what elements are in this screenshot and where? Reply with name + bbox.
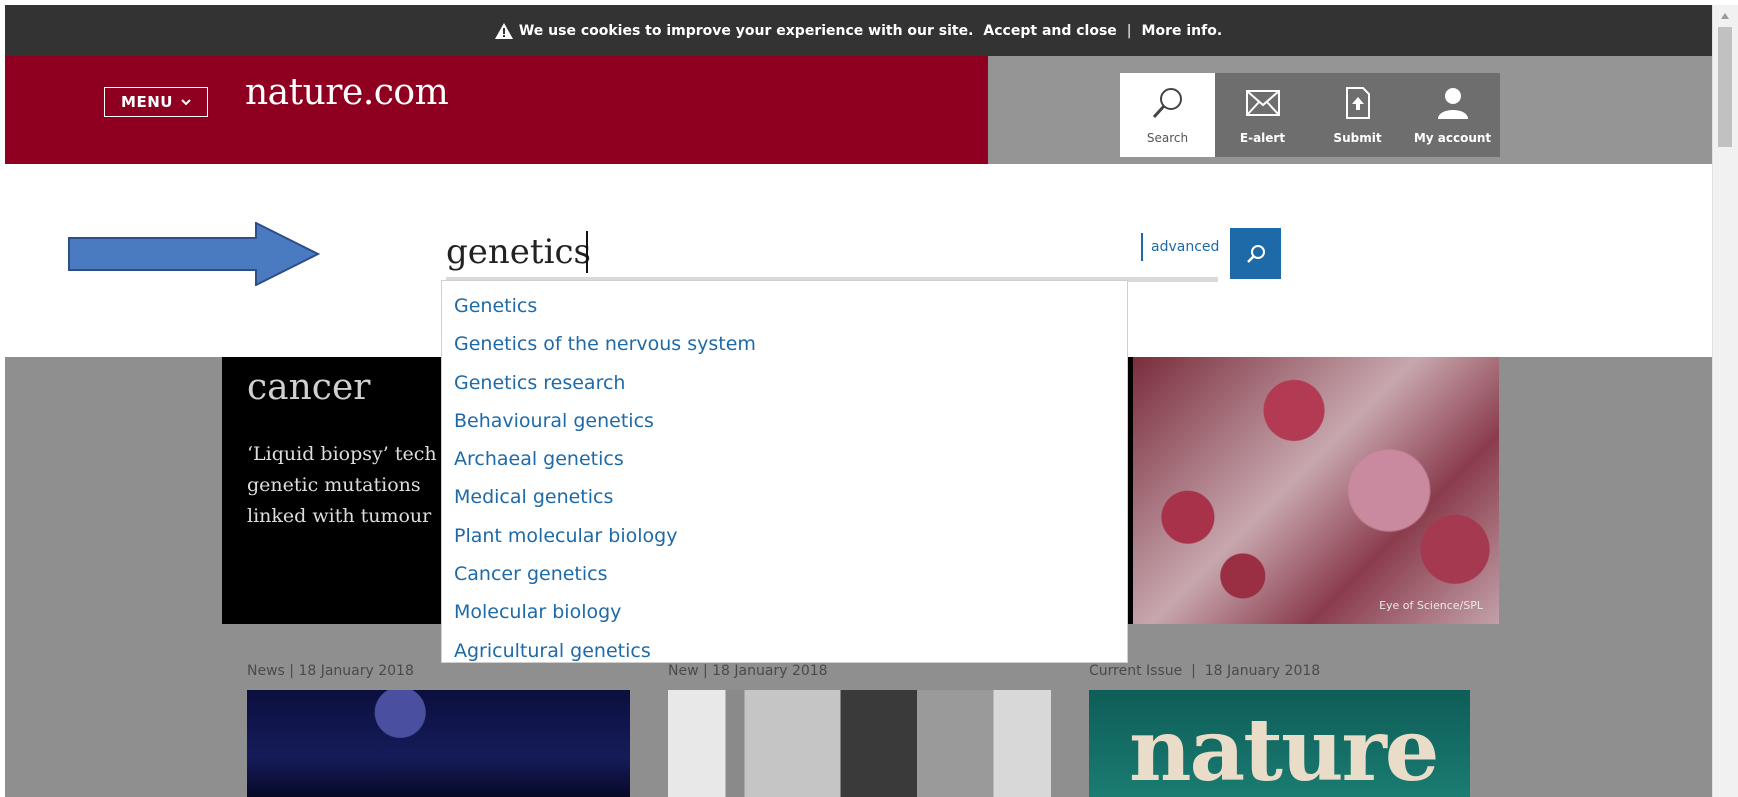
vertical-scrollbar[interactable]	[1712, 5, 1738, 797]
user-icon	[1437, 83, 1468, 123]
cover-title: nature	[1129, 700, 1440, 797]
suggestion-item[interactable]: Genetics research	[442, 364, 1127, 402]
suggestion-item[interactable]: Behavioural genetics	[442, 402, 1127, 440]
suggestion-item[interactable]: Molecular biology	[442, 593, 1127, 631]
search-submit-button[interactable]	[1230, 228, 1281, 279]
more-info-link[interactable]: More info.	[1142, 23, 1223, 39]
tool-e-alert-label: E-alert	[1239, 131, 1286, 145]
scrollbar-thumb[interactable]	[1718, 27, 1732, 147]
suggestion-item[interactable]: Medical genetics	[442, 478, 1127, 516]
tool-search[interactable]: Search	[1120, 73, 1215, 157]
suggestion-item[interactable]: Plant molecular biology	[442, 517, 1127, 555]
tool-e-alert[interactable]: E-alert	[1215, 73, 1310, 157]
hero-text: ‘Liquid biopsy’ tech genetic mutations l…	[247, 443, 437, 527]
advanced-search-link[interactable]: advanced	[1141, 233, 1219, 261]
news-meta-1: News | 18 January 2018	[247, 663, 414, 679]
cookie-banner: We use cookies to improve your experienc…	[5, 5, 1712, 56]
news-thumbnail-2[interactable]	[668, 690, 1051, 797]
brand-bar: MENU nature.com	[5, 56, 988, 164]
hero-image[interactable]: Eye of Science/SPL	[1133, 357, 1499, 624]
tool-search-label: Search	[1146, 131, 1189, 145]
accept-and-close-link[interactable]: Accept and close	[983, 23, 1116, 39]
tool-my-account[interactable]: My account	[1405, 73, 1500, 157]
warning-icon	[494, 22, 513, 39]
upload-icon	[1345, 83, 1371, 123]
search-input[interactable]	[446, 227, 1218, 282]
hero-title[interactable]: cancer	[247, 367, 371, 408]
text-caret	[586, 231, 588, 273]
chevron-down-icon	[181, 99, 191, 106]
current-issue-cover[interactable]: nature	[1089, 690, 1470, 797]
news-thumbnail-1[interactable]	[247, 690, 630, 797]
search-suggestions-dropdown: Genetics Genetics of the nervous system …	[441, 280, 1128, 663]
search-icon	[1151, 83, 1185, 123]
arrow-annotation-icon	[68, 222, 320, 286]
tool-submit-label: Submit	[1333, 131, 1382, 145]
tool-my-account-label: My account	[1413, 131, 1492, 145]
site-header: MENU nature.com Search E-alert Submit My…	[5, 56, 1712, 164]
page: We use cookies to improve your experienc…	[5, 5, 1712, 797]
suggestion-item[interactable]: Cancer genetics	[442, 555, 1127, 593]
suggestion-item[interactable]: Agricultural genetics	[442, 632, 1127, 670]
cookie-separator: |	[1126, 22, 1132, 39]
cookie-message: We use cookies to improve your experienc…	[518, 22, 974, 39]
site-logo[interactable]: nature.com	[245, 72, 449, 113]
suggestion-item[interactable]: Genetics	[442, 287, 1127, 325]
search-icon	[1246, 244, 1265, 263]
menu-button[interactable]: MENU	[104, 87, 208, 117]
scroll-up-arrow-icon[interactable]	[1721, 13, 1729, 19]
suggestion-item[interactable]: Archaeal genetics	[442, 440, 1127, 478]
suggestion-item[interactable]: Genetics of the nervous system	[442, 325, 1127, 363]
envelope-icon	[1245, 83, 1280, 123]
image-credit: Eye of Science/SPL	[1379, 599, 1483, 612]
menu-label: MENU	[121, 93, 173, 111]
tool-submit[interactable]: Submit	[1310, 73, 1405, 157]
